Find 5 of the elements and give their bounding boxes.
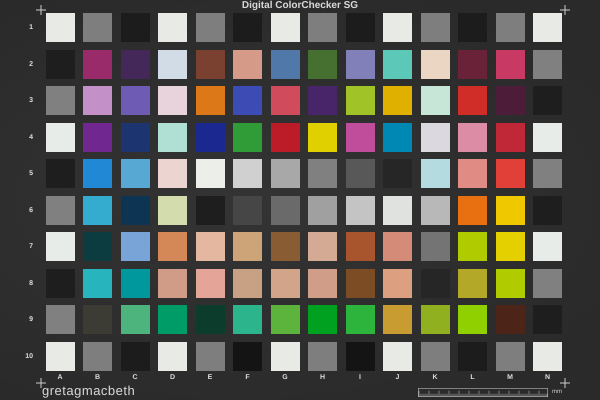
- registration-mark-icon: [560, 5, 570, 15]
- registration-mark-icon: [560, 378, 570, 388]
- chart-title: Digital ColorChecker SG: [242, 0, 358, 11]
- brand-name: gretagmacbeth: [42, 384, 136, 398]
- registration-mark-icon: [36, 5, 46, 15]
